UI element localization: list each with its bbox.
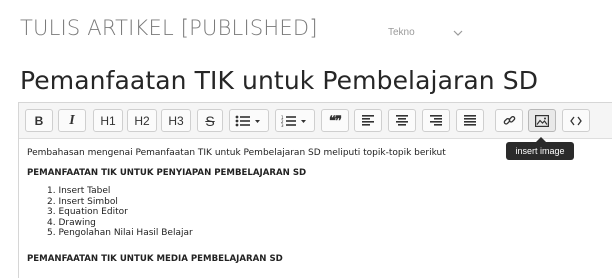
svg-text:3: 3 xyxy=(281,123,284,127)
image-icon xyxy=(535,114,549,127)
align-left-button[interactable] xyxy=(354,109,382,132)
category-select[interactable]: Tekno xyxy=(366,22,466,46)
numbered-list-icon: 1 2 3 xyxy=(281,115,306,127)
italic-label: I xyxy=(69,112,75,128)
heading2-button[interactable]: H2 xyxy=(127,109,157,132)
align-left-icon xyxy=(362,115,374,126)
page-header: TULIS ARTIKEL [PUBLISHED] Tekno xyxy=(20,16,580,50)
blockquote-label: ❝❞ xyxy=(329,112,342,128)
intro-paragraph: Pembahasan mengenai Pemanfaatan TIK untu… xyxy=(27,148,446,158)
list-item: 1. Insert Tabel xyxy=(47,186,111,196)
page-heading: TULIS ARTIKEL [PUBLISHED] xyxy=(20,16,318,40)
code-view-button[interactable] xyxy=(562,109,590,132)
link-icon xyxy=(503,116,515,125)
align-justify-button[interactable] xyxy=(456,109,484,132)
blockquote-button[interactable]: ❝❞ xyxy=(321,109,349,132)
heading3-button[interactable]: H3 xyxy=(161,109,191,132)
list-item: 5. Pengolahan Nilai Hasil Belajar xyxy=(47,228,193,238)
chevron-down-icon xyxy=(453,30,463,36)
section-heading-1: PEMANFAATAN TIK UNTUK PENYIAPAN PEMBELAJ… xyxy=(27,168,307,178)
strikethrough-button[interactable]: S xyxy=(197,109,223,132)
list-item: 4. Drawing xyxy=(47,217,96,228)
heading2-label: H2 xyxy=(134,113,150,128)
section-heading-2: PEMANFAATAN TIK UNTUK MEDIA PEMBELAJARAN… xyxy=(27,254,283,264)
editor-toolbar: B I H1 H2 H3 S 1 2 3 ❝❞ xyxy=(19,103,612,139)
align-center-button[interactable] xyxy=(388,109,416,132)
heading3-label: H3 xyxy=(168,113,184,128)
insert-image-button[interactable] xyxy=(528,109,556,132)
code-icon xyxy=(570,116,582,125)
heading1-button[interactable]: H1 xyxy=(93,109,123,132)
article-title-input[interactable]: Pemanfaatan TIK untuk Pembelajaran SD xyxy=(20,66,538,95)
align-right-button[interactable] xyxy=(422,109,450,132)
italic-button[interactable]: I xyxy=(58,109,86,132)
bullet-list-icon xyxy=(235,115,260,126)
insert-image-tooltip: insert image xyxy=(506,137,574,160)
numbered-list-button[interactable]: 1 2 3 xyxy=(275,109,315,132)
align-justify-icon xyxy=(464,115,476,126)
heading1-label: H1 xyxy=(100,113,116,128)
strikethrough-label: S xyxy=(205,112,215,129)
list-item: 3. Equation Editor xyxy=(47,207,128,217)
bullet-list-button[interactable] xyxy=(229,109,269,132)
align-center-icon xyxy=(396,115,408,126)
link-button[interactable] xyxy=(495,109,523,132)
bold-label: B xyxy=(34,113,44,128)
category-value: Tekno xyxy=(388,27,415,38)
align-right-icon xyxy=(430,115,442,126)
bold-button[interactable]: B xyxy=(25,109,53,132)
list-item: 2. Insert Simbol xyxy=(47,196,118,207)
topic-list: 1. Insert Tabel 2. Insert Simbol 3. Equa… xyxy=(47,186,193,239)
